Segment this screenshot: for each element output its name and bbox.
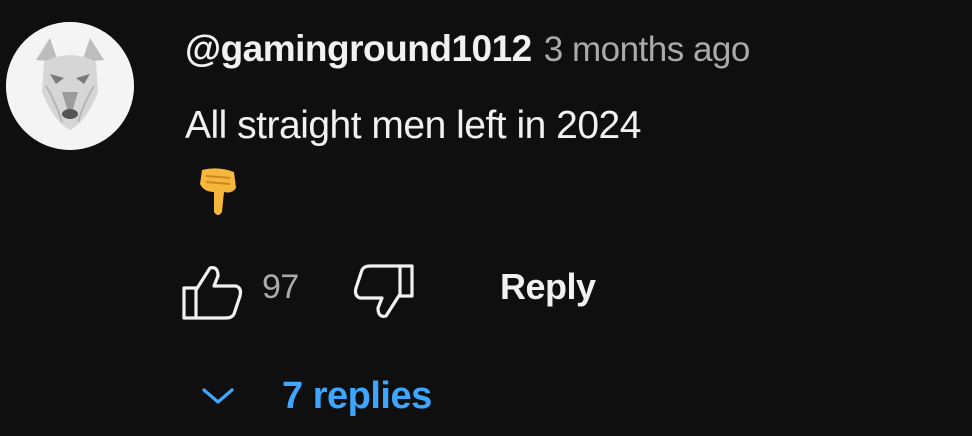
wolf-avatar-icon [6, 22, 134, 150]
chevron-down-icon [202, 388, 234, 404]
view-replies-button[interactable]: 7 replies [200, 368, 432, 424]
comment-header: @gaminground1012 3 months ago [185, 28, 750, 74]
comment-timestamp[interactable]: 3 months ago [544, 30, 751, 70]
author-name[interactable]: @gaminground1012 [185, 28, 532, 70]
replies-count-label[interactable]: 7 replies [282, 375, 432, 418]
dislike-button[interactable] [352, 262, 416, 322]
reply-button[interactable]: Reply [500, 266, 596, 308]
comment-text: All straight men left in 2024 [185, 104, 641, 147]
pointing-down-emoji [196, 166, 240, 218]
thumbs-up-icon [182, 266, 243, 320]
like-count: 97 [262, 268, 299, 306]
backhand-index-pointing-down-icon [200, 168, 236, 215]
thumbs-down-icon [353, 264, 414, 318]
avatar[interactable] [6, 22, 134, 150]
like-button[interactable] [180, 262, 244, 322]
